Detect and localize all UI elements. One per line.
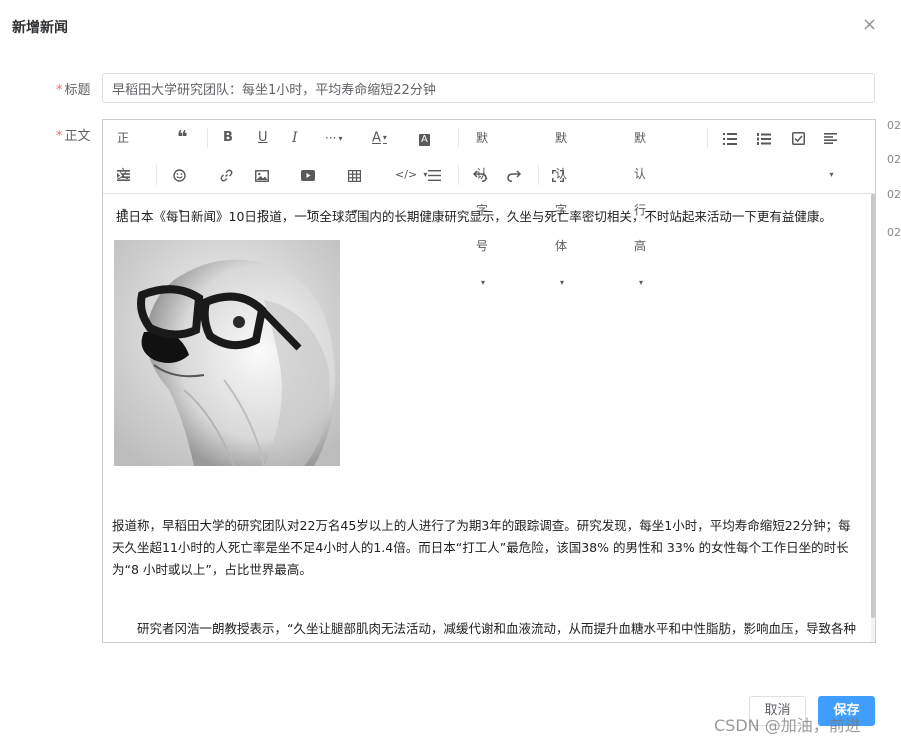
- article-paragraph: 报道称，早稻田大学的研究团队对22万名45岁以上的人进行了为期3年的跟踪调查。研…: [112, 518, 851, 577]
- divider-icon[interactable]: [428, 157, 441, 193]
- article-paragraph: 据日本《每日新闻》10日报道，一项全球范围内的长期健康研究显示，久坐与死亡率密切…: [116, 209, 832, 224]
- body-label: * 正文: [56, 129, 91, 144]
- fullscreen-icon[interactable]: [552, 157, 564, 193]
- redo-icon[interactable]: [507, 157, 521, 193]
- close-icon[interactable]: ×: [862, 16, 877, 34]
- underline-icon[interactable]: U: [258, 120, 268, 156]
- required-mark: *: [56, 83, 63, 98]
- article-paragraph: 研究者冈浩一朗教授表示，“久坐让腿部肌肉无法活动，减缓代谢和血液流动，从而提升血…: [137, 621, 856, 636]
- toolbar-separator: [156, 165, 157, 185]
- bulleted-list-icon[interactable]: [722, 120, 738, 156]
- indent-select[interactable]: ▾: [117, 157, 130, 216]
- undo-icon[interactable]: [473, 157, 487, 193]
- title-input[interactable]: [102, 73, 875, 103]
- image-icon[interactable]: ▾: [255, 157, 269, 216]
- toolbar-separator: [707, 128, 708, 148]
- scrollbar-thumb[interactable]: [871, 194, 875, 618]
- quote-icon[interactable]: ❝: [177, 120, 188, 156]
- more-style-button[interactable]: ··· ▾: [325, 120, 342, 156]
- italic-icon[interactable]: I: [292, 120, 298, 156]
- background-fragment: 02: [887, 226, 901, 239]
- font-size-select[interactable]: 默认字号▾: [476, 120, 488, 287]
- emoji-icon[interactable]: ▾: [173, 157, 186, 216]
- background-fragment: 02: [887, 188, 901, 201]
- table-icon[interactable]: ▾: [348, 157, 361, 216]
- required-mark: *: [56, 129, 63, 144]
- heading-select[interactable]: 正文▾: [117, 120, 129, 215]
- link-icon[interactable]: [220, 157, 233, 193]
- bg-color-button[interactable]: A▾: [419, 120, 430, 179]
- align-select[interactable]: ▾: [824, 120, 837, 179]
- code-icon[interactable]: </>: [395, 157, 417, 193]
- dog-with-glasses-photo: [114, 240, 340, 466]
- font-color-button[interactable]: A ▾: [372, 120, 387, 156]
- toolbar-separator: [458, 165, 459, 185]
- editor-toolbar: 正文▾ ❝ B U I ··· ▾ A ▾ A▾ 默认字号▾ 默认字体▾ 默认行高▾: [103, 120, 875, 287]
- line-height-select[interactable]: 默认行高▾: [634, 120, 646, 287]
- toolbar-separator: [538, 165, 539, 185]
- numbered-list-icon[interactable]: [756, 120, 772, 156]
- background-fragment: 02: [887, 119, 901, 132]
- title-label: * 标题: [56, 83, 91, 98]
- editor-scrollbar[interactable]: [871, 194, 875, 642]
- toolbar-separator: [207, 128, 208, 148]
- rich-text-editor: 正文▾ ❝ B U I ··· ▾ A ▾ A▾ 默认字号▾ 默认字体▾ 默认行高▾: [102, 119, 876, 643]
- font-family-select[interactable]: 默认字体▾: [555, 120, 567, 287]
- todo-checkbox-icon[interactable]: [790, 120, 806, 156]
- csdn-watermark: CSDN @加油，前进: [714, 716, 861, 735]
- toolbar-separator: [458, 128, 459, 148]
- bold-icon[interactable]: B: [223, 120, 233, 156]
- background-fragment: 02: [887, 153, 901, 166]
- editor-content[interactable]: 据日本《每日新闻》10日报道，一项全球范围内的长期健康研究显示，久坐与死亡率密切…: [103, 194, 871, 642]
- dialog-title: 新增新闻: [12, 20, 68, 36]
- video-icon[interactable]: ▾: [301, 157, 315, 216]
